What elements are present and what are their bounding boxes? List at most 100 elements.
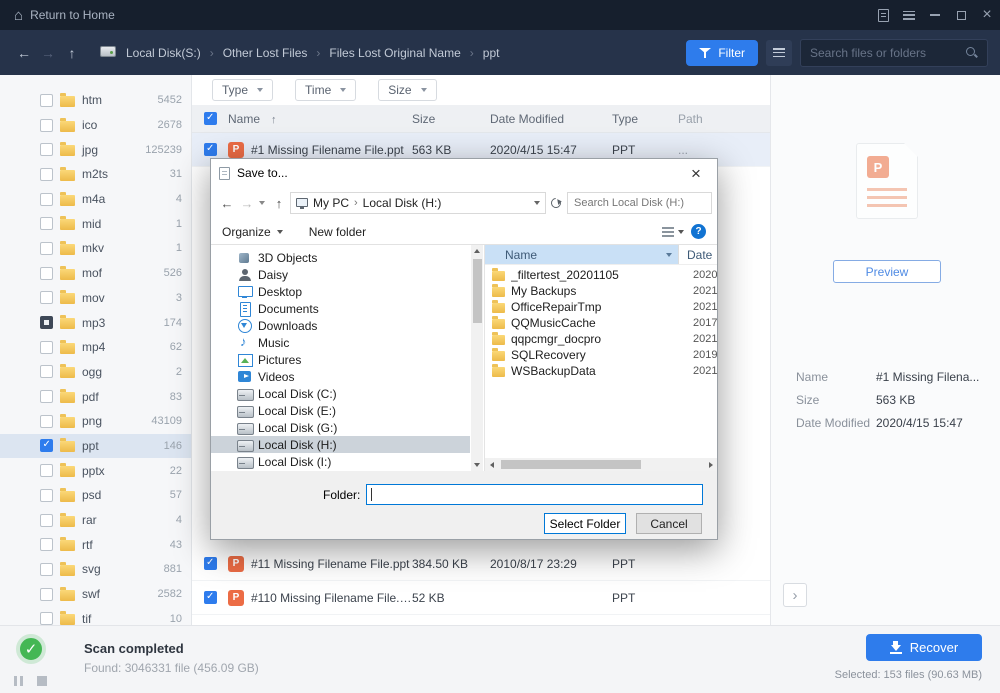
filetype-checkbox[interactable] bbox=[40, 415, 53, 428]
horizontal-scrollbar[interactable] bbox=[485, 458, 717, 471]
filetype-checkbox[interactable] bbox=[40, 514, 53, 527]
breadcrumb-item[interactable]: Files Lost Original Name bbox=[329, 46, 482, 60]
file-row[interactable]: #11 Missing Filename File.ppt 384.50 KB … bbox=[192, 547, 770, 581]
select-folder-button[interactable]: Select Folder bbox=[544, 513, 626, 534]
filetype-checkbox[interactable] bbox=[40, 588, 53, 601]
dialog-forward-button[interactable] bbox=[238, 192, 256, 214]
sidebar-item[interactable]: mp3 174 bbox=[0, 310, 191, 335]
address-root[interactable]: My PC bbox=[313, 196, 349, 210]
time-filter-dropdown[interactable]: Time bbox=[295, 79, 356, 101]
tree-item[interactable]: Local Disk (G:) bbox=[211, 419, 470, 436]
cancel-button[interactable]: Cancel bbox=[636, 513, 702, 534]
sidebar-item[interactable]: pdf 83 bbox=[0, 384, 191, 409]
sidebar-item[interactable]: m2ts 31 bbox=[0, 162, 191, 187]
view-options-button[interactable] bbox=[766, 40, 792, 66]
column-header-size[interactable]: Size bbox=[412, 112, 490, 126]
breadcrumb-item[interactable]: Other Lost Files bbox=[223, 46, 330, 60]
sidebar-item[interactable]: ogg 2 bbox=[0, 360, 191, 385]
maximize-button[interactable] bbox=[948, 0, 974, 30]
collapse-preview-button[interactable] bbox=[783, 583, 807, 607]
filetype-checkbox[interactable] bbox=[40, 193, 53, 206]
sidebar-item[interactable]: jpg 125239 bbox=[0, 137, 191, 162]
sidebar-item[interactable]: pptx 22 bbox=[0, 458, 191, 483]
sidebar-item[interactable]: swf 2582 bbox=[0, 582, 191, 607]
recover-button[interactable]: Recover bbox=[866, 634, 982, 661]
filetype-checkbox[interactable] bbox=[40, 94, 53, 107]
tree-item[interactable]: Videos bbox=[211, 368, 470, 385]
tree-item[interactable]: Local Disk (H:) bbox=[211, 436, 470, 453]
address-dropdown-icon[interactable] bbox=[534, 201, 540, 205]
list-column-name[interactable]: Name bbox=[485, 245, 679, 264]
sidebar-item[interactable]: png 43109 bbox=[0, 409, 191, 434]
folder-row[interactable]: WSBackupData 2021 bbox=[485, 363, 717, 379]
column-header-name[interactable]: Name bbox=[228, 112, 412, 126]
sidebar-item[interactable]: tif 10 bbox=[0, 606, 191, 625]
address-bar[interactable]: My PC Local Disk (H:) bbox=[290, 192, 546, 214]
sidebar-item[interactable]: htm 5452 bbox=[0, 88, 191, 113]
scroll-up-icon[interactable] bbox=[471, 245, 483, 257]
tree-item[interactable]: Local Disk (E:) bbox=[211, 402, 470, 419]
sidebar-item[interactable]: mof 526 bbox=[0, 261, 191, 286]
tree-item[interactable]: Desktop bbox=[211, 283, 470, 300]
row-checkbox[interactable] bbox=[204, 557, 217, 570]
stop-scan-icon[interactable] bbox=[37, 676, 47, 686]
list-column-date[interactable]: Date bbox=[679, 248, 717, 262]
dialog-close-button[interactable] bbox=[675, 159, 717, 187]
filetype-checkbox[interactable] bbox=[40, 390, 53, 403]
folder-row[interactable]: SQLRecovery 2019 bbox=[485, 347, 717, 363]
up-button[interactable] bbox=[60, 40, 84, 66]
breadcrumb-item[interactable]: Local Disk(S:) bbox=[126, 46, 223, 60]
sidebar-item[interactable]: ppt 146 bbox=[0, 434, 191, 459]
select-all-checkbox[interactable] bbox=[204, 112, 217, 125]
filter-button[interactable]: Filter bbox=[686, 40, 758, 66]
sidebar-item[interactable]: mov 3 bbox=[0, 286, 191, 311]
scrollbar-thumb[interactable] bbox=[501, 460, 641, 469]
tree-item[interactable]: Downloads bbox=[211, 317, 470, 334]
sidebar-item[interactable]: ico 2678 bbox=[0, 113, 191, 138]
tree-scrollbar[interactable] bbox=[471, 245, 483, 471]
row-checkbox[interactable] bbox=[204, 591, 217, 604]
tree-item[interactable]: 3D Objects bbox=[211, 249, 470, 266]
dialog-up-button[interactable] bbox=[268, 192, 290, 214]
size-filter-dropdown[interactable]: Size bbox=[378, 79, 436, 101]
filetype-checkbox[interactable] bbox=[40, 439, 53, 452]
sidebar-item[interactable]: mkv 1 bbox=[0, 236, 191, 261]
refresh-button[interactable] bbox=[548, 198, 564, 208]
filetype-checkbox[interactable] bbox=[40, 464, 53, 477]
tree-item[interactable]: Documents bbox=[211, 300, 470, 317]
help-button[interactable] bbox=[691, 224, 706, 239]
sidebar-item[interactable]: mp4 62 bbox=[0, 335, 191, 360]
tree-item[interactable]: Daisy bbox=[211, 266, 470, 283]
filetype-checkbox[interactable] bbox=[40, 365, 53, 378]
folder-row[interactable]: QQMusicCache 2017 bbox=[485, 315, 717, 331]
filetype-checkbox[interactable] bbox=[40, 612, 53, 625]
column-header-date[interactable]: Date Modified bbox=[490, 112, 612, 126]
close-button[interactable] bbox=[974, 0, 1000, 30]
filetype-checkbox[interactable] bbox=[40, 489, 53, 502]
breadcrumb-item[interactable]: ppt bbox=[483, 46, 518, 60]
column-header-path[interactable]: Path bbox=[678, 112, 770, 126]
tree-item[interactable]: Local Disk (I:) bbox=[211, 453, 470, 470]
sidebar-item[interactable]: rar 4 bbox=[0, 508, 191, 533]
dialog-search-input[interactable] bbox=[574, 197, 705, 209]
folder-row[interactable]: _filtertest_20201105 2020 bbox=[485, 267, 717, 283]
filetype-checkbox[interactable] bbox=[40, 563, 53, 576]
scrollbar-thumb[interactable] bbox=[473, 259, 482, 323]
sidebar-item[interactable]: mid 1 bbox=[0, 211, 191, 236]
sidebar-item[interactable]: rtf 43 bbox=[0, 532, 191, 557]
folder-name-input[interactable] bbox=[366, 484, 703, 505]
sidebar-item[interactable]: svg 881 bbox=[0, 557, 191, 582]
pause-scan-icon[interactable] bbox=[14, 676, 23, 686]
dialog-back-button[interactable] bbox=[216, 192, 238, 214]
filetype-checkbox[interactable] bbox=[40, 267, 53, 280]
tree-item[interactable]: Pictures bbox=[211, 351, 470, 368]
folder-row[interactable]: OfficeRepairTmp 2021 bbox=[485, 299, 717, 315]
sidebar-item[interactable]: m4a 4 bbox=[0, 187, 191, 212]
forward-button[interactable] bbox=[36, 40, 60, 66]
scroll-right-icon[interactable] bbox=[704, 458, 717, 471]
filetype-checkbox[interactable] bbox=[40, 291, 53, 304]
folder-row[interactable]: qqpcmgr_docpro 2021 bbox=[485, 331, 717, 347]
filetype-checkbox[interactable] bbox=[40, 217, 53, 230]
manual-button[interactable] bbox=[870, 0, 896, 30]
type-filter-dropdown[interactable]: Type bbox=[212, 79, 273, 101]
